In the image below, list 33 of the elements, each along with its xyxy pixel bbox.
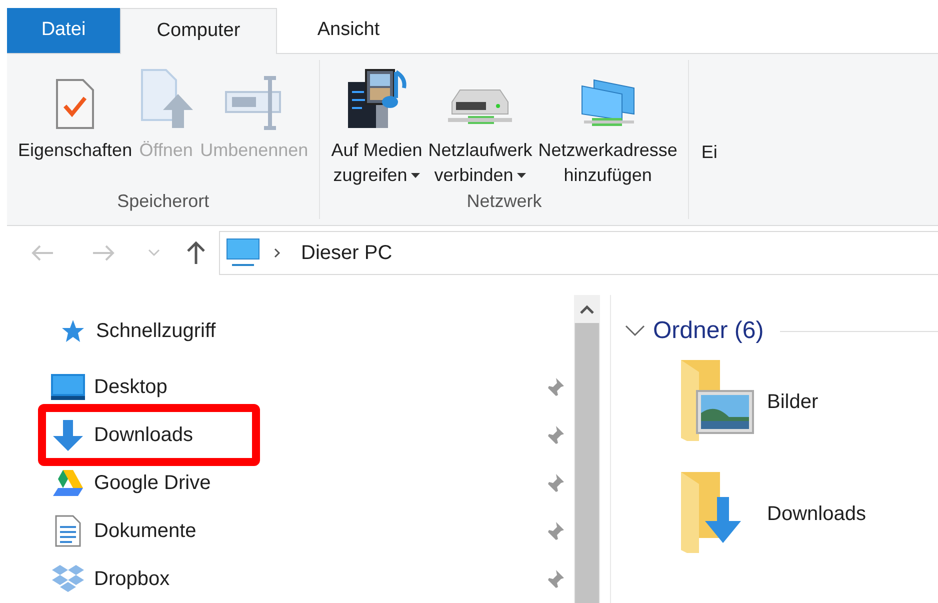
triangle-logo-icon — [53, 470, 83, 496]
monitor-icon — [51, 374, 85, 400]
folder-item[interactable]: Bilder — [675, 357, 938, 469]
ribbon-tab[interactable]: Computer — [120, 8, 277, 54]
file-tab[interactable]: Datei — [7, 8, 120, 54]
ribbon-button-label: Ei — [701, 142, 718, 162]
monitor-icon — [226, 238, 260, 268]
back-arrow-icon[interactable] — [30, 244, 54, 262]
up-arrow-icon[interactable] — [186, 241, 206, 266]
folder-item[interactable]: Downloads — [675, 469, 938, 581]
nav-header[interactable]: Schnellzugriff — [96, 316, 216, 346]
ribbon-button[interactable]: Auf Medien zugreifen — [328, 60, 426, 188]
scrollbar-thumb[interactable] — [575, 323, 599, 603]
down-arrow-icon — [51, 418, 85, 452]
chevron-down-icon[interactable] — [625, 325, 645, 337]
nav-item[interactable]: Downloads — [38, 404, 260, 466]
address-path: Dieser PC — [301, 241, 392, 266]
caret-icon — [411, 173, 420, 178]
caret-icon — [517, 173, 526, 178]
box-logo-icon — [51, 565, 85, 593]
chevron-right-icon — [274, 248, 281, 258]
group-label: Netzwerk — [466, 190, 542, 214]
group-label: Speicherort — [117, 190, 210, 214]
group-title[interactable]: Ordner (6) — [653, 313, 764, 349]
document-icon — [55, 515, 81, 547]
address-field[interactable]: Dieser PC — [219, 231, 938, 276]
forward-arrow-icon[interactable] — [92, 244, 116, 262]
scrollbar[interactable] — [574, 295, 600, 603]
chevron-up-icon[interactable] — [580, 304, 594, 314]
ribbon-button[interactable]: Netzwerkadresse hinzufügen — [535, 60, 680, 188]
ribbon-button[interactable]: Netzlaufwerk verbinden — [425, 60, 536, 188]
ribbon-button[interactable]: Eigenschaften — [15, 60, 136, 164]
document-arrow-icon — [138, 68, 194, 130]
